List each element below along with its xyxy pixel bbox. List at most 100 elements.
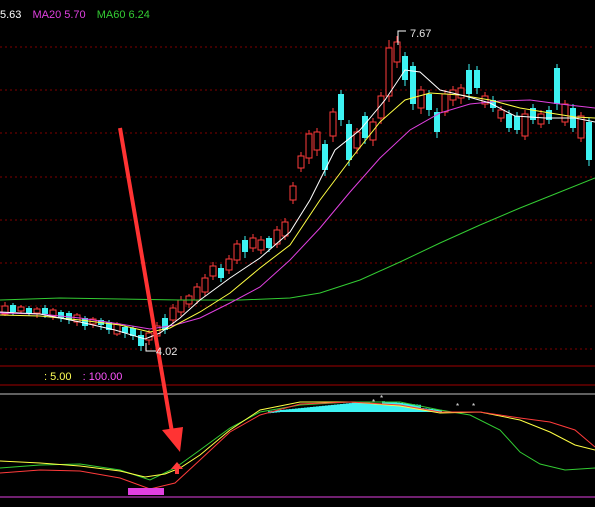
ma60-legend: MA60 6.24 (97, 9, 150, 21)
low-marker (145, 343, 156, 352)
indicator-bar (358, 402, 361, 412)
candle-body[interactable] (201, 277, 209, 293)
candle-body[interactable] (169, 307, 177, 321)
indicator-low-highlight (128, 488, 164, 495)
candle-body[interactable] (257, 239, 265, 251)
indicator-bar (280, 410, 283, 412)
svg-text:*: * (472, 402, 475, 411)
candle-body[interactable] (58, 312, 64, 318)
candle-body[interactable] (466, 70, 472, 94)
candle-body[interactable] (209, 265, 217, 277)
candle-body[interactable] (33, 308, 41, 314)
indicator-bar (316, 406, 319, 412)
candle-body[interactable] (393, 41, 401, 63)
ma60-value: 6.24 (128, 9, 150, 21)
indicator-bar (292, 408, 295, 412)
indicator-bar (298, 408, 301, 412)
indicator-bar (367, 402, 370, 412)
indicator-bar (328, 405, 331, 412)
candle-body[interactable] (457, 87, 465, 99)
indicator-bar (283, 409, 286, 412)
ma20-value: 5.70 (64, 9, 86, 21)
indicator-bar (343, 403, 346, 412)
indicator-bar (286, 409, 289, 412)
indicator-legend: : 5.00 : 100.00 (44, 371, 130, 383)
svg-text:*: * (380, 394, 383, 403)
indicator-bar (322, 405, 325, 412)
ma10-line (0, 92, 595, 333)
indicator-bar (346, 403, 349, 412)
indicator-bar (376, 403, 379, 412)
indicator-bar (349, 403, 352, 412)
ma60-label: MA60 (96, 9, 126, 21)
indicator-bar (391, 402, 394, 412)
candle-body[interactable] (177, 299, 185, 313)
indicator-bar (379, 403, 382, 412)
indicator-bar (388, 401, 391, 412)
candle-body[interactable] (586, 122, 592, 160)
indicator-bar (334, 404, 337, 412)
candle-body[interactable] (329, 111, 337, 137)
indicator-param-2: : 100.00 (82, 371, 123, 383)
candlesticks[interactable] (1, 36, 592, 351)
indicator-param-1: : 5.00 (44, 371, 72, 383)
indicator-bar (304, 407, 307, 412)
candle-body[interactable] (297, 155, 305, 169)
indicator-bar (310, 407, 313, 412)
candle-body[interactable] (338, 94, 344, 120)
stock-chart[interactable]: * * * * (0, 0, 595, 507)
candle-body[interactable] (193, 286, 201, 301)
price-high-label: 7.67 (410, 28, 432, 40)
candle-body[interactable] (313, 131, 321, 151)
indicator-green-line (0, 401, 595, 481)
candle-body[interactable] (385, 47, 393, 97)
indicator-bar (289, 409, 292, 412)
price-low-label: 4.02 (156, 346, 178, 358)
price-grid (0, 46, 595, 350)
svg-text:*: * (372, 398, 375, 407)
ma20-label: MA20 (32, 9, 62, 21)
indicator-bar (385, 401, 388, 412)
candle-body[interactable] (249, 237, 257, 249)
candle-body[interactable] (305, 133, 313, 159)
indicator-bar (340, 404, 343, 412)
indicator-bar (403, 403, 406, 412)
candle-body[interactable] (242, 240, 248, 252)
candle-body[interactable] (561, 103, 569, 123)
candle-body[interactable] (346, 124, 352, 160)
indicator-bar (307, 407, 310, 412)
indicator-bar (331, 404, 334, 412)
indicator-bar (364, 402, 367, 412)
candle-body[interactable] (554, 68, 560, 104)
ma20-legend: MA20 5.70 (32, 9, 85, 21)
indicator-bar (319, 406, 322, 412)
candle-body[interactable] (289, 185, 297, 201)
candle-body[interactable] (218, 268, 224, 278)
indicator-bar (352, 402, 355, 412)
candle-body[interactable] (537, 113, 545, 125)
candle-body[interactable] (42, 308, 48, 314)
candle-body[interactable] (266, 238, 272, 248)
candle-body[interactable] (426, 94, 432, 110)
indicator-red-line (0, 401, 595, 490)
candle-body[interactable] (10, 305, 16, 312)
candle-body[interactable] (497, 109, 505, 119)
candle-body[interactable] (233, 243, 241, 261)
candle-body[interactable] (225, 258, 233, 271)
candle-body[interactable] (514, 116, 520, 130)
indicator-param-1-value: 5.00 (50, 371, 72, 383)
svg-text:*: * (456, 402, 459, 411)
candle-body[interactable] (474, 70, 480, 88)
ma5-value: 5.63 (0, 9, 22, 21)
candle-body[interactable] (417, 89, 425, 109)
candle-body[interactable] (441, 93, 449, 113)
indicator-bar (355, 402, 358, 412)
ma-legend: 5.63 MA20 5.70 MA60 6.24 (0, 9, 158, 21)
indicator-bar (295, 408, 298, 412)
indicator-bar (301, 407, 304, 412)
candle-body[interactable] (506, 114, 512, 128)
candle-body[interactable] (402, 56, 408, 80)
candle-body[interactable] (113, 323, 121, 335)
indicator-bar (325, 405, 328, 412)
candle-body[interactable] (17, 306, 25, 312)
